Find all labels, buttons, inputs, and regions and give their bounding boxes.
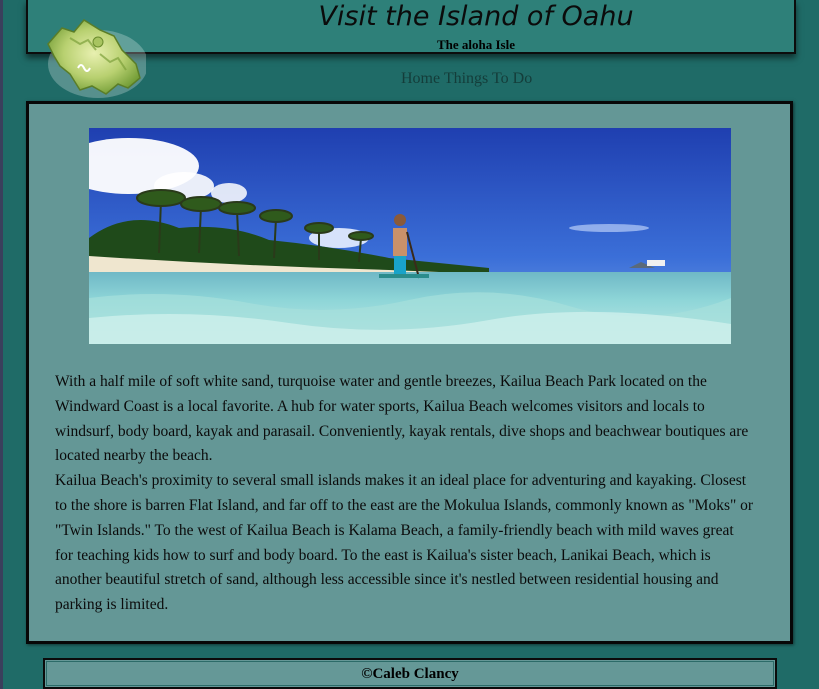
main-nav: Home Things To Do [401,70,532,88]
paddleboarder-beach-photo [89,128,731,344]
nav-things-to-do-link[interactable]: Things To Do [444,70,532,87]
copyright-text: ©Caleb Clancy [361,666,459,682]
site-footer: ©Caleb Clancy [43,658,777,689]
article-body: With a half mile of soft white sand, tur… [55,370,755,618]
article-paragraph: Kailua Beach's proximity to several smal… [55,472,754,614]
nav-home-link[interactable]: Home [401,70,440,87]
left-edge-border [0,0,3,689]
article-paragraph: With a half mile of soft white sand, tur… [55,373,749,465]
main-content: With a half mile of soft white sand, tur… [26,101,793,644]
oahu-island-map-icon [47,19,146,98]
